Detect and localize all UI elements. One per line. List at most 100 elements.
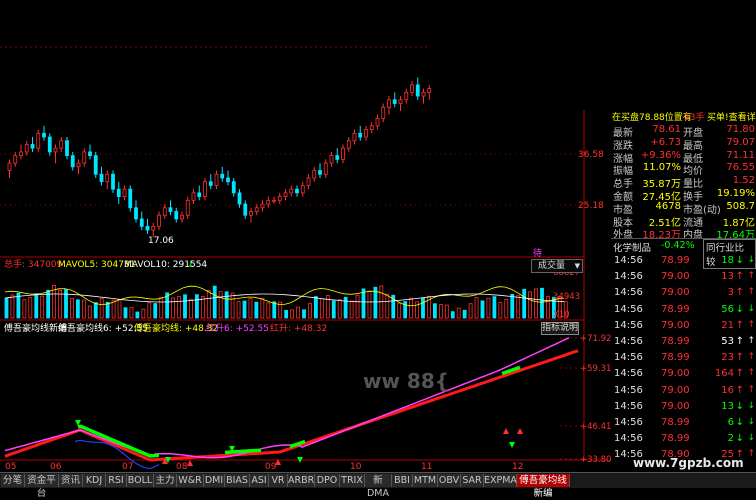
indicator-tab[interactable]: DPO <box>315 474 340 487</box>
candle-body <box>427 88 432 93</box>
volume-bar <box>409 297 414 319</box>
tick-time: 14:56 <box>614 433 643 445</box>
quote-panel: 在买盘78.88位置有 23手 买单!查看详细 最新78.61开盘71.80涨跌… <box>611 0 756 472</box>
tick-row: 14:56 79.00 16 ↑ ↑ <box>611 384 756 398</box>
tick-time: 14:56 <box>614 417 643 428</box>
tick-flag-icon: ↑ <box>747 319 755 330</box>
candle-body <box>116 188 121 197</box>
volume-bar <box>343 296 348 319</box>
candle-body <box>226 177 230 183</box>
candle-body <box>410 84 414 93</box>
volume-bars <box>4 284 568 319</box>
tick-volume: 23 <box>721 352 734 364</box>
price-label-low: 25.18 <box>578 201 604 211</box>
indicator-tab[interactable]: TRIX <box>340 474 365 487</box>
tick-row: 14:56 78.99 23 ↑ ↑ <box>611 351 756 365</box>
indicator-tab[interactable]: W&R <box>177 474 204 487</box>
stat-value: +9.36% <box>640 149 681 161</box>
candle-body <box>329 155 334 164</box>
volume-bar <box>504 299 509 319</box>
volume-bar <box>10 294 15 319</box>
candle-body <box>381 106 386 119</box>
volume-bar <box>272 301 277 319</box>
quote-stat-row: 市盈 4678 市盈(动) 508.7 <box>611 200 756 216</box>
indicator-tab[interactable]: DMI <box>204 474 225 487</box>
tick-row: 14:56 79.00 21 ↑ ↑ <box>611 319 756 333</box>
tick-volume: 2 <box>727 433 734 445</box>
quote-header[interactable]: 在买盘78.88位置有 23手 买单!查看详细 <box>611 110 756 122</box>
vol-dropdown[interactable]: 成交量 ▼ <box>531 259 583 273</box>
tick-direction-icon: ↑ <box>735 271 744 283</box>
indicator-tab[interactable]: 主力 <box>154 474 177 487</box>
tick-price: 79.00 <box>661 319 690 331</box>
tick-flag-icon: ↑ <box>747 336 755 346</box>
up-arrow-icon <box>503 428 509 434</box>
indicator-tab[interactable]: SAR <box>461 474 484 487</box>
volume-bar <box>129 307 134 319</box>
indicator-tab[interactable]: 傅吾豪均线新编 <box>517 474 570 499</box>
stat-value: 4678 <box>655 200 681 212</box>
indicator-tab[interactable]: VR <box>269 474 288 487</box>
indicator-tab[interactable]: BOLL <box>127 474 154 487</box>
red-rise-line <box>4 349 579 462</box>
candle-body <box>76 162 81 168</box>
tick-flag-icon: ↓ <box>747 255 755 265</box>
candle-body <box>254 207 259 212</box>
tick-time: 14:56 <box>614 271 643 283</box>
volume-bar <box>546 296 550 319</box>
volume-bar <box>456 307 461 319</box>
tick-price: 78.99 <box>661 255 690 266</box>
indicator-tab[interactable]: ASI <box>250 474 269 487</box>
tick-direction-icon: ↑ <box>735 352 744 364</box>
candle-body <box>272 199 276 202</box>
ind-label-4: 红升6: +52.55 <box>206 322 269 334</box>
candle-body <box>266 199 271 205</box>
vol-dropdown-label: 成交量 <box>538 261 566 271</box>
candle-body <box>323 162 328 175</box>
candle-body <box>111 173 115 190</box>
stat-value: 71.11 <box>726 149 755 161</box>
quote-header-left: 在买盘78.88位置有 <box>612 113 692 122</box>
tick-price: 79.00 <box>661 368 690 380</box>
tick-price: 79.00 <box>661 384 690 396</box>
quote-stat-row: 股本 2.51亿 流通 1.87亿 <box>611 214 756 229</box>
tick-direction-icon: ↑ <box>735 287 744 299</box>
volume-bar <box>177 296 181 319</box>
volume-bar <box>296 306 300 319</box>
volume-bar <box>290 309 295 319</box>
indicator-tab[interactable]: EXPMA <box>484 474 517 487</box>
indicator-tab-bar: 分笔 资金平台 资讯 KDJ RSI BOLL 主力 W&R DMI BIAS ASI VR ARBR D… <box>0 472 756 499</box>
volume-bar <box>522 288 527 319</box>
indicator-tab[interactable]: 分笔 <box>1 474 25 487</box>
volume-bar <box>331 300 336 319</box>
site-watermark: www.7gpzb.com <box>633 456 744 470</box>
indicator-tab[interactable]: ARBR <box>288 474 315 487</box>
tick-direction-icon: ↓ <box>735 255 744 266</box>
candle-body <box>208 181 213 186</box>
volume-bar <box>397 302 402 319</box>
volume-bar <box>421 297 425 319</box>
candle-body <box>59 140 64 149</box>
candle-body <box>42 132 46 138</box>
volume-bar <box>117 299 122 319</box>
kline-chart[interactable]: 36.58 25.18 17.06 总手: 347009 MAVOL5: 304… <box>0 0 611 472</box>
indicator-help-button[interactable]: 指标说明 <box>541 322 579 335</box>
indicator-tab[interactable]: RSI <box>106 474 127 487</box>
tick-volume: 53 <box>721 336 734 347</box>
indicator-tab[interactable]: OBV <box>438 474 461 487</box>
indicator-tab[interactable]: 资金平台 <box>25 474 59 499</box>
candle-body <box>421 91 426 97</box>
candle-body <box>151 225 156 231</box>
indicator-tab[interactable]: 资讯 <box>59 474 83 487</box>
volume-bar <box>528 291 532 319</box>
indicator-tab[interactable]: MTM <box>413 474 438 487</box>
candle-body <box>220 173 225 179</box>
candle-body <box>65 140 69 157</box>
ind-scale-1: +71.92 <box>580 334 611 344</box>
volume-bar <box>516 295 521 319</box>
indicator-tab[interactable]: BIAS <box>225 474 250 487</box>
indicator-tab[interactable]: KDJ <box>83 474 106 487</box>
indicator-tab[interactable]: 新DMA <box>365 474 392 499</box>
candle-body <box>30 144 35 149</box>
indicator-tab[interactable]: BBI <box>392 474 413 487</box>
